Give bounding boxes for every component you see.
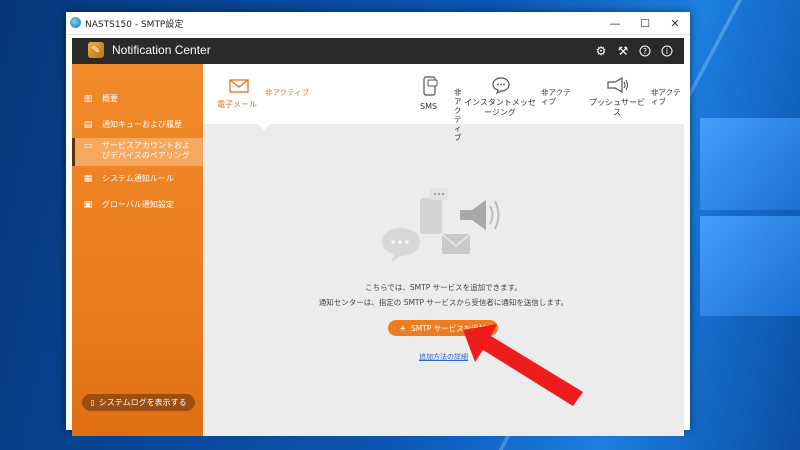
queue-icon: ▤	[83, 120, 93, 130]
tab-status: 非アクティブ	[541, 88, 571, 106]
log-icon: ▯	[90, 398, 95, 407]
tab-email[interactable]: 電子メール 非アクティブ	[203, 64, 328, 124]
tab-instant-messaging[interactable]: インスタントメッセージング 非アクティブ	[451, 64, 579, 124]
windows-logo-pane	[700, 216, 800, 316]
sidebar-item-label: 概要	[102, 94, 118, 103]
close-button[interactable]: ✕	[660, 12, 690, 34]
sidebar: ▥ 概要 ▤ 通知キューおよび履歴 ▭ サービスアカウントおよびデバイスのペアリ…	[72, 64, 203, 436]
minimize-button[interactable]: —	[600, 12, 630, 34]
gear-icon[interactable]: ⚙	[592, 42, 610, 60]
phone-icon	[422, 76, 438, 100]
app-icon	[70, 17, 81, 28]
plus-icon: +	[399, 323, 407, 333]
tab-status: 非アクティブ	[265, 88, 310, 97]
phone-illustration-icon	[420, 188, 448, 234]
tab-push-service[interactable]: プッシュサービス 非アクティブ	[583, 64, 684, 124]
app-title: Notification Center	[112, 43, 211, 57]
tab-label: インスタントメッセージング	[464, 98, 536, 117]
learn-more-link[interactable]: 追加方法の詳細	[203, 352, 684, 362]
window-title: NASTS150 - SMTP設定	[85, 20, 184, 30]
empty-state-message-line1: こちらでは、SMTP サービスを追加できます。	[365, 283, 522, 292]
chat-bubble-icon	[382, 228, 420, 262]
view-system-log-button[interactable]: ▯ システムログを表示する	[82, 394, 195, 411]
rules-icon: ▦	[83, 174, 93, 184]
sidebar-item-service-accounts[interactable]: ▭ サービスアカウントおよびデバイスのペアリング	[72, 138, 203, 166]
tab-label: 電子メール	[217, 100, 257, 109]
notification-illustration	[382, 188, 500, 262]
svg-text:i: i	[666, 47, 668, 56]
sidebar-item-global-settings[interactable]: ▣ グローバル通知設定	[72, 200, 203, 211]
notification-center-logo-icon: ✎	[88, 42, 104, 58]
sidebar-item-overview[interactable]: ▥ 概要	[72, 94, 203, 105]
chart-icon: ▥	[83, 94, 93, 104]
tools-icon[interactable]: ⚒	[614, 42, 632, 60]
info-icon[interactable]: i	[658, 42, 676, 60]
sidebar-item-label: サービスアカウントおよびデバイスのペアリング	[102, 141, 190, 160]
tab-label: SMS	[420, 102, 438, 111]
envelope-illustration-icon	[441, 233, 471, 254]
active-indicator	[72, 138, 75, 166]
title-bar[interactable]: NASTS150 - SMTP設定 — ☐ ✕	[66, 12, 690, 35]
sidebar-item-system-rules[interactable]: ▦ システム通知ルール	[72, 174, 203, 185]
sidebar-item-label: 通知キューおよび履歴	[102, 120, 182, 129]
svg-text:?: ?	[643, 47, 647, 56]
megaphone-icon	[605, 76, 629, 98]
global-settings-icon: ▣	[83, 200, 93, 210]
sidebar-item-label: グローバル通知設定	[102, 200, 174, 209]
active-tab-pointer	[258, 124, 270, 130]
megaphone-illustration-icon	[460, 200, 500, 230]
app-header: ✎ Notification Center ⚙ ⚒ ? i	[72, 38, 684, 64]
tab-sms[interactable]: SMS 非アクティブ	[340, 64, 462, 142]
mail-icon	[229, 78, 249, 97]
view-system-log-label: システムログを表示する	[98, 398, 187, 407]
sidebar-item-label: システム通知ルール	[102, 174, 174, 183]
empty-state-message-line2: 通知センターは、指定の SMTP サービスから受信者に通知を送信します。	[318, 298, 569, 307]
help-icon[interactable]: ?	[636, 42, 654, 60]
annotation-arrow	[463, 324, 583, 406]
devices-icon: ▭	[83, 141, 93, 151]
app-window: NASTS150 - SMTP設定 — ☐ ✕ ✎ Notification C…	[66, 12, 690, 436]
maximize-button[interactable]: ☐	[630, 12, 660, 34]
channel-tabs: 電子メール 非アクティブ SMS 非アクティブ インスタントメッセージング 非ア…	[203, 64, 684, 142]
sidebar-item-queue-history[interactable]: ▤ 通知キューおよび履歴	[72, 120, 203, 131]
windows-logo-pane	[700, 118, 800, 210]
tab-status: 非アクティブ	[651, 88, 681, 106]
chat-icon	[491, 76, 511, 98]
tab-label: プッシュサービス	[589, 98, 645, 117]
